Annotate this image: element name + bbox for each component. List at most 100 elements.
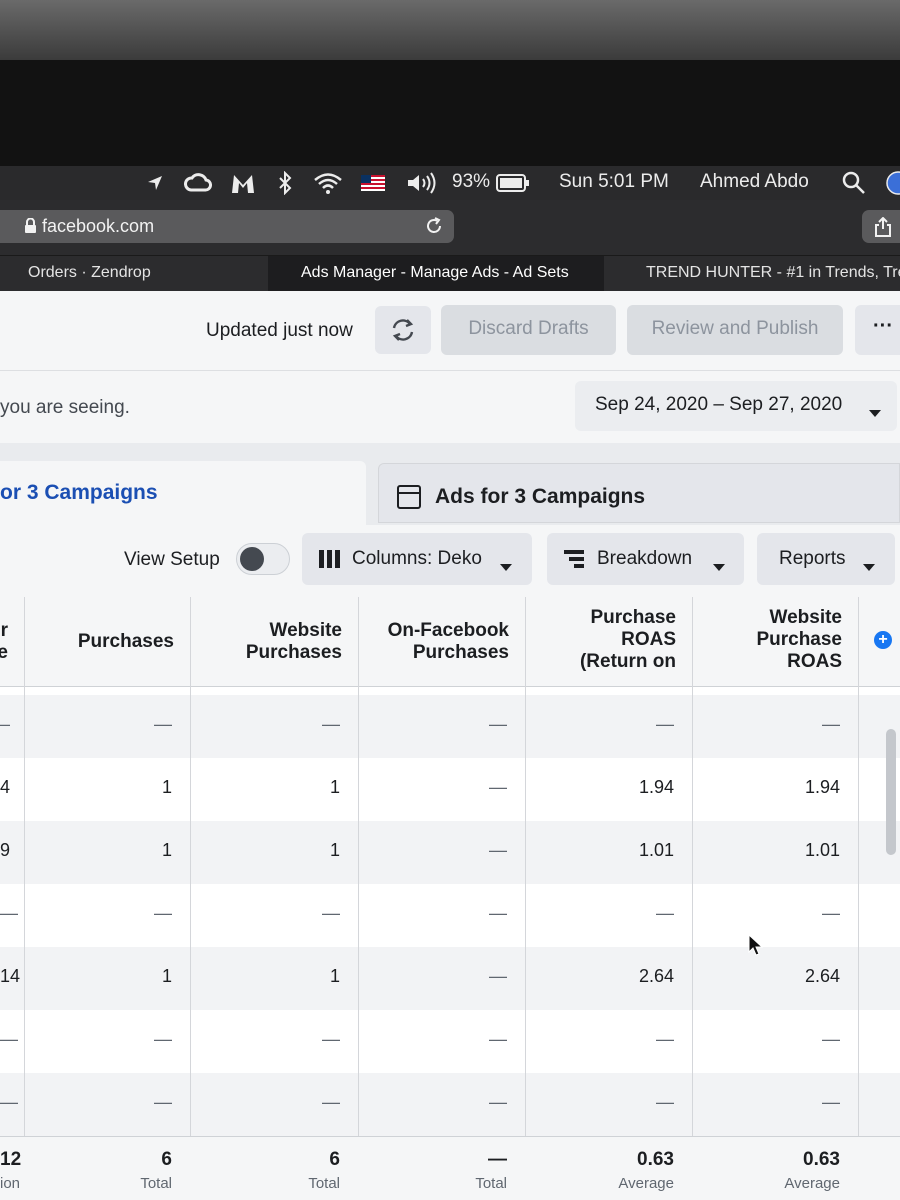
macos-menubar: 93% Sun 5:01 PM Ahmed Abdo <box>0 166 900 200</box>
table-cell: — <box>0 1092 18 1112</box>
table-row[interactable]: — — — — — — <box>0 1073 900 1136</box>
columns-icon <box>318 549 342 575</box>
refresh-icon <box>392 319 414 341</box>
tab-ad-sets-label: or 3 Campaigns <box>0 481 158 504</box>
table-cell: — <box>656 903 674 923</box>
caret-down-icon <box>869 402 881 424</box>
table-cell: 9 <box>0 840 11 860</box>
tab-ads[interactable]: Ads for 3 Campaigns <box>378 463 900 523</box>
view-setup-toggle[interactable] <box>236 543 290 575</box>
toggle-knob <box>240 547 264 571</box>
siri-icon[interactable] <box>886 171 900 195</box>
search-icon[interactable] <box>842 171 866 195</box>
screen-bezel <box>0 0 900 60</box>
column-divider <box>858 597 859 1200</box>
screen-bezel-inner <box>0 60 900 166</box>
reports-button[interactable]: Reports <box>757 533 895 585</box>
table-cell: 1.94 <box>804 777 840 797</box>
bluetooth-icon[interactable] <box>278 171 292 195</box>
table-cell: 1 <box>329 777 340 797</box>
wifi-icon[interactable] <box>313 172 343 194</box>
column-header-website-purchases[interactable]: Website Purchases <box>190 597 358 687</box>
table-controls: View Setup Columns: Deko Breakdown Repor… <box>0 525 900 597</box>
table-row[interactable]: — — — — — — <box>0 884 900 947</box>
address-bar[interactable]: facebook.com <box>0 210 454 243</box>
tab-ad-sets[interactable]: or 3 Campaigns <box>0 461 366 525</box>
total-value: 0.63 <box>803 1149 840 1170</box>
us-flag-icon[interactable] <box>361 175 385 191</box>
column-divider <box>692 597 693 1200</box>
table-cell: — <box>489 777 507 797</box>
tab-label: Ads Manager - Manage Ads - Ad Sets <box>301 264 569 281</box>
action-bar: Updated just now Discard Drafts Review a… <box>0 291 900 371</box>
total-value: 6 <box>329 1149 340 1170</box>
table-row[interactable]: — — — — — — <box>0 1010 900 1073</box>
total-value: — <box>488 1149 507 1170</box>
table-cell: 1 <box>161 777 172 797</box>
date-range-picker[interactable]: Sep 24, 2020 – Sep 27, 2020 <box>575 381 897 431</box>
refresh-button[interactable] <box>375 306 431 354</box>
table-cell: — <box>822 714 840 734</box>
location-icon[interactable] <box>146 174 164 192</box>
total-label: Total <box>308 1175 340 1192</box>
table-cell: 1.94 <box>638 777 674 797</box>
table-cell: 1 <box>161 840 172 860</box>
table-row[interactable]: – — — — — — <box>0 695 900 758</box>
reload-icon[interactable] <box>424 216 444 241</box>
creative-cloud-icon[interactable] <box>184 172 212 194</box>
caret-down-icon <box>863 556 875 578</box>
more-options-button[interactable]: ··· <box>855 305 900 355</box>
level-tabs: or 3 Campaigns Ads for 3 Campaigns <box>0 443 900 525</box>
total-label: Total <box>475 1175 507 1192</box>
share-button[interactable] <box>862 210 900 243</box>
table-cell: — <box>489 966 507 986</box>
table-cell: — <box>154 1092 172 1112</box>
column-header-label: Website Purchases <box>245 620 342 663</box>
mouse-cursor-icon <box>748 933 764 963</box>
table-cell: — <box>489 840 507 860</box>
table-cell: — <box>489 903 507 923</box>
column-header-purchase-roas[interactable]: Purchase ROAS (Return on <box>525 597 692 687</box>
table-cell: – <box>0 714 11 734</box>
table-row[interactable]: 14 1 1 — 2.64 2.64 <box>0 947 900 1010</box>
malwarebytes-icon[interactable] <box>230 171 256 195</box>
battery-icon[interactable] <box>496 174 530 192</box>
column-divider <box>24 597 25 1200</box>
table-cell: — <box>656 1092 674 1112</box>
menubar-clock[interactable]: Sun 5:01 PM <box>559 171 669 193</box>
table-row[interactable]: 4 1 1 — 1.94 1.94 <box>0 758 900 821</box>
menubar-user[interactable]: Ahmed Abdo <box>700 171 809 193</box>
review-and-publish-button[interactable]: Review and Publish <box>627 305 843 355</box>
column-header-website-purchase-roas[interactable]: Website Purchase ROAS <box>692 597 858 687</box>
breakdown-button[interactable]: Breakdown <box>547 533 744 585</box>
total-label: Average <box>784 1175 840 1192</box>
table-scrollbar[interactable] <box>886 729 896 855</box>
ad-icon <box>397 485 421 509</box>
view-setup-label: View Setup <box>124 549 220 570</box>
total-value: 0.63 <box>637 1149 674 1170</box>
column-header-partial[interactable]: r e <box>0 597 24 687</box>
updated-status: Updated just now <box>206 320 353 341</box>
breakdown-label: Breakdown <box>597 548 693 569</box>
column-header-label: On-Facebook Purchases <box>387 620 509 663</box>
table-row[interactable]: 9 1 1 — 1.01 1.01 <box>0 821 900 884</box>
add-column-button[interactable]: + <box>874 631 892 649</box>
table-cell: — <box>656 714 674 734</box>
tab-trend-hunter[interactable]: TREND HUNTER - #1 in Trends, Tre <box>604 256 900 291</box>
table-cell: — <box>322 1029 340 1049</box>
column-header-on-facebook-purchases[interactable]: On-Facebook Purchases <box>358 597 525 687</box>
volume-icon[interactable] <box>406 172 438 194</box>
table-cell: — <box>489 714 507 734</box>
tab-label: TREND HUNTER - #1 in Trends, Tre <box>646 264 900 281</box>
date-range-label: Sep 24, 2020 – Sep 27, 2020 <box>595 394 843 415</box>
table-row-spacer <box>0 687 900 695</box>
columns-button[interactable]: Columns: Deko <box>302 533 532 585</box>
tab-ads-manager[interactable]: Ads Manager - Manage Ads - Ad Sets <box>268 256 604 291</box>
total-cell: 12 ion <box>0 1137 24 1200</box>
discard-drafts-button[interactable]: Discard Drafts <box>441 305 616 355</box>
column-header-label: r e <box>0 620 8 663</box>
table-cell: — <box>322 903 340 923</box>
table-cell: 4 <box>0 777 11 797</box>
column-header-purchases[interactable]: Purchases <box>24 597 190 687</box>
tab-zendrop[interactable]: Orders · Zendrop <box>0 256 268 291</box>
